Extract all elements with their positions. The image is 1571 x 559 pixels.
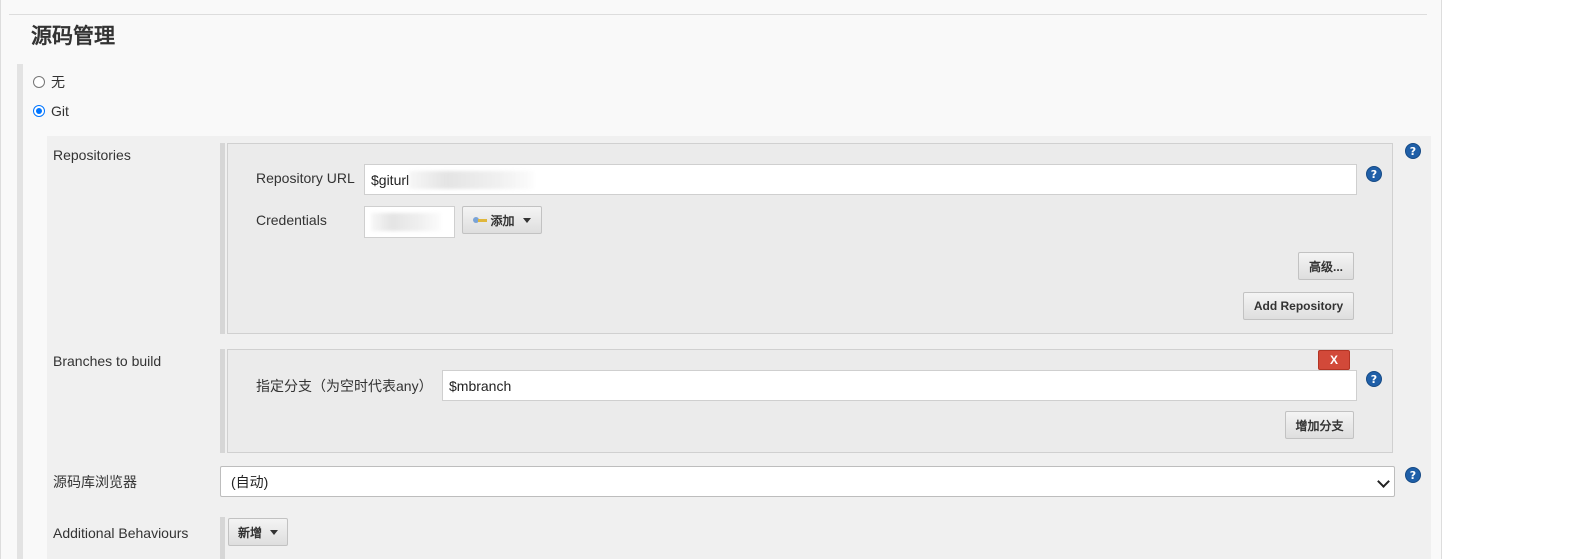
scm-option-none[interactable]: 无 — [33, 72, 65, 92]
branches-label: Branches to build — [53, 353, 162, 369]
credentials-select[interactable] — [364, 206, 455, 238]
help-icon[interactable]: ? — [1405, 467, 1421, 483]
help-icon[interactable]: ? — [1405, 143, 1421, 159]
add-behaviour-label: 新增 — [237, 525, 262, 540]
repository-browser-select[interactable]: (自动) — [220, 466, 1395, 497]
credentials-label: Credentials — [256, 212, 327, 228]
branches-group-bar — [220, 349, 225, 453]
repository-url-label: Repository URL — [256, 170, 355, 186]
advanced-button[interactable]: 高级... — [1298, 252, 1354, 280]
repository-browser-value: (自动) — [231, 473, 269, 490]
help-icon[interactable]: ? — [1366, 371, 1382, 387]
repository-browser-label: 源码库浏览器 — [53, 474, 137, 490]
delete-branch-button[interactable]: X — [1318, 350, 1350, 370]
section-indent-bar — [17, 64, 23, 559]
repositories-group-bar — [220, 143, 225, 334]
repository-url-input[interactable]: $giturl — [364, 164, 1357, 195]
radio-none-label: 无 — [51, 74, 65, 90]
branch-specifier-label: 指定分支（为空时代表any） — [256, 378, 433, 394]
behaviours-group-bar — [220, 517, 225, 559]
help-icon[interactable]: ? — [1366, 166, 1382, 182]
redacted-credentials — [371, 213, 441, 231]
add-repository-button[interactable]: Add Repository — [1243, 292, 1354, 320]
repository-url-value: $giturl — [371, 171, 410, 188]
additional-behaviours-label: Additional Behaviours — [53, 525, 189, 541]
redacted-url — [409, 170, 535, 189]
radio-git-label: Git — [51, 103, 69, 119]
chevron-down-icon — [270, 529, 278, 535]
add-branch-button[interactable]: 增加分支 — [1285, 411, 1354, 439]
radio-none[interactable] — [33, 76, 45, 88]
add-behaviour-button[interactable]: 新增 — [228, 518, 288, 546]
radio-git[interactable] — [33, 105, 45, 117]
chevron-down-icon — [522, 217, 531, 223]
chevron-down-icon — [1377, 475, 1390, 488]
repositories-label: Repositories — [53, 147, 131, 163]
divider — [9, 14, 1427, 15]
scm-page: 源码管理 无 Git Repositories Repository URL $… — [0, 0, 1442, 559]
add-credentials-label: 添加 — [490, 213, 515, 228]
scm-option-git[interactable]: Git — [33, 103, 69, 119]
add-credentials-button[interactable]: 添加 — [462, 206, 542, 234]
key-icon — [473, 216, 488, 224]
section-title: 源码管理 — [31, 25, 115, 48]
branch-specifier-input[interactable]: $mbranch — [442, 370, 1357, 401]
branch-panel — [227, 349, 1393, 453]
